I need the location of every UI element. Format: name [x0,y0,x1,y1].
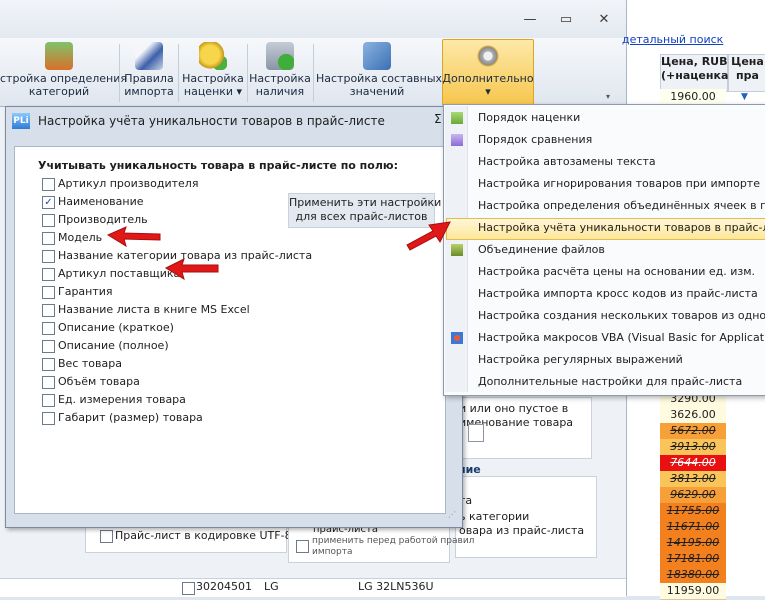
ribbon-separator [247,44,248,102]
composite-icon [363,42,391,70]
field-label: Описание (краткое) [58,321,174,334]
price-cell[interactable]: 11671.00 [660,519,726,536]
menu-item[interactable]: Настройка игнорирования товаров при импо… [478,174,760,194]
field-checkbox[interactable] [42,412,55,425]
price-cell[interactable]: 3626.00 [660,407,726,424]
field-checkbox[interactable] [42,250,55,263]
order-icon [451,112,463,124]
price-column-header-2[interactable]: Цена пра [728,54,765,92]
price-cell[interactable]: 3913.00 [660,439,726,456]
field-label: Наименование [58,195,144,208]
menu-item[interactable]: Объединение файлов [478,240,605,260]
category-detection-button[interactable]: стройка определения категорий [0,42,127,104]
price-cell[interactable]: 9629.00 [660,487,726,504]
field-label: Вес товара [58,357,122,370]
ribbon-separator [178,44,179,102]
availability-settings-button[interactable]: Настройка наличия [249,42,311,104]
field-checkbox[interactable]: ✓ [42,196,55,209]
red-arrow-icon [404,216,454,256]
field-checkbox[interactable] [42,178,55,191]
row-model: LG 32LN536U [358,580,434,593]
close-button[interactable]: ✕ [594,12,614,28]
menu-item[interactable]: Настройка автозамены текста [478,152,656,172]
utf8-checkbox[interactable] [100,530,113,543]
coins-icon [199,42,227,70]
ribbon-scroll-icon[interactable]: ▾ [606,92,610,101]
dialog-heading: Учитывать уникальность товара в прайс-ли… [38,159,398,172]
menu-item[interactable]: Настройка регулярных выражений [478,350,683,370]
app-logo-icon: PLi [12,113,30,129]
composite-values-button[interactable]: Настройка составных значений [316,42,442,104]
menu-item[interactable]: Порядок сравнения [478,130,592,150]
filter-icon[interactable]: ▼ [741,92,751,102]
price-cell[interactable]: 11755.00 [660,503,726,520]
field-label: Артикул производителя [58,177,199,190]
minimize-button[interactable]: — [520,12,540,28]
dialog-close-button[interactable]: Σ [434,112,442,126]
field-label: Гарантия [58,285,113,298]
row-code: 30204501 [196,580,252,593]
field-checkbox[interactable] [42,358,55,371]
menu-item[interactable]: Настройка создания нескольких товаров из… [478,306,765,326]
ribbon-separator [313,44,314,102]
menu-item[interactable]: Настройка определения объединённых ячеек… [478,196,765,216]
grid-row[interactable] [0,578,626,597]
field-label: Ед. измерения товара [58,393,186,406]
price-cell[interactable]: 7644.00 [660,455,726,472]
price-cell[interactable]: 18380.00 [660,567,726,584]
field-checkbox[interactable] [42,340,55,353]
field-checkbox[interactable] [42,268,55,281]
field-label: Модель [58,231,103,244]
gear-icon [474,42,502,70]
apply-before-label: применить перед работой правил импорта [312,536,475,557]
ribbon-separator [119,44,120,102]
resize-grip-icon[interactable]: ⋰ [448,510,456,519]
detailed-search-link[interactable]: детальный поиск [622,33,723,46]
field-label: Габарит (размер) товара [58,411,203,424]
price-cell[interactable]: 3813.00 [660,471,726,488]
menu-item[interactable]: Настройка расчёта цены на основании ед. … [478,262,755,282]
utf8-label: Прайс-лист в кодировке UTF-8 [115,529,292,542]
apply-before-checkbox[interactable] [296,540,309,553]
field-checkbox[interactable] [42,304,55,317]
dialog-title: Настройка учёта уникальности товаров в п… [38,114,385,128]
additional-button-content: Дополнительно ▾ [442,42,534,104]
price-cell[interactable]: 5672.00 [660,423,726,440]
menu-item[interactable]: Настройка учёта уникальности товаров в п… [478,218,765,238]
menu-item[interactable]: Настройка макросов VBA (Visual Basic for… [478,328,765,348]
field-checkbox[interactable] [42,376,55,389]
menu-item[interactable]: Дополнительные настройки для прайс-листа [478,372,742,392]
field-checkbox[interactable] [42,394,55,407]
cart-icon [266,42,294,70]
field-label: Описание (полное) [58,339,169,352]
rule-input[interactable] [468,424,484,442]
maximize-button[interactable]: ▭ [556,12,576,28]
price-column-header[interactable]: Цена, RUB (+наценка) [660,54,733,92]
field-checkbox[interactable] [42,232,55,245]
field-label: Название листа в книге MS Excel [58,303,250,316]
compare-icon [451,134,463,146]
red-arrow-icon [162,256,222,282]
price-cell[interactable]: 17181.00 [660,551,726,568]
markup-settings-button[interactable]: Настройка наценки ▾ [181,42,245,104]
menu-item[interactable]: Настройка импорта кросс кодов из прайс-л… [478,284,758,304]
price-cell[interactable]: 11959.00 [660,583,726,600]
category-icon [45,42,73,70]
field-checkbox[interactable] [42,214,55,227]
field-checkbox[interactable] [42,286,55,299]
feather-icon [135,42,163,70]
category-text: ь категории овара из прайс-листа [459,510,585,537]
price-cell[interactable]: 14195.00 [660,535,726,552]
import-rules-button[interactable]: Правила импорта [122,42,176,104]
field-label: Объём товара [58,375,140,388]
red-arrow-icon [104,224,164,250]
row-brand: LG [264,580,279,593]
row-checkbox[interactable] [182,582,195,595]
vba-icon [451,332,463,344]
field-checkbox[interactable] [42,322,55,335]
menu-item[interactable]: Порядок наценки [478,108,580,128]
